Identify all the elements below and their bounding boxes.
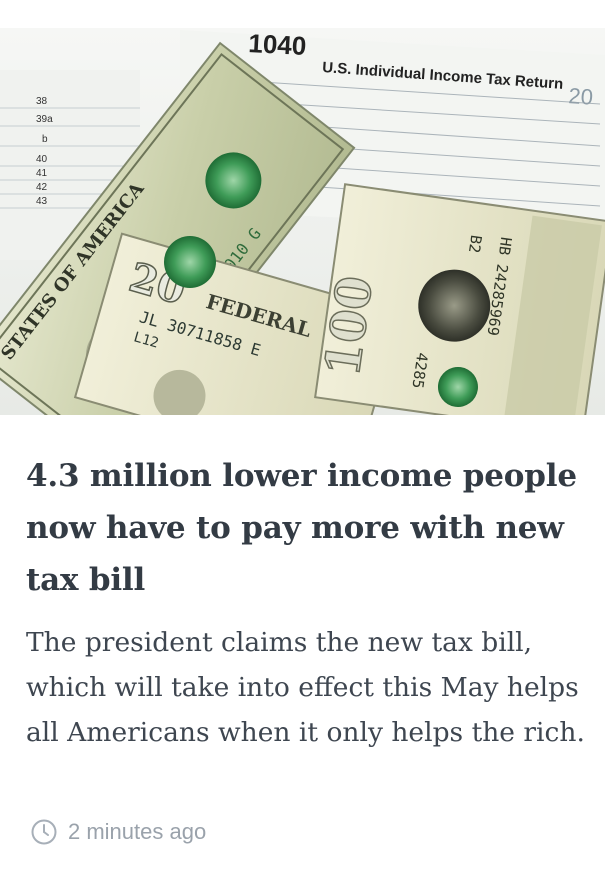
svg-text:39a: 39a [36,114,53,125]
form-number: 1040 [248,28,307,61]
timestamp: 2 minutes ago [68,819,207,844]
svg-text:B2: B2 [465,234,485,254]
article-headline[interactable]: 4.3 million lower income people now have… [26,450,581,606]
article-card[interactable]: 1040 U.S. Individual Income Tax Return 2… [0,0,605,872]
svg-text:38: 38 [36,96,48,107]
form-year: 20 [568,83,594,110]
money-and-tax-form-illustration: 1040 U.S. Individual Income Tax Return 2… [0,0,605,415]
svg-text:b: b [42,134,48,145]
svg-text:40: 40 [36,154,48,165]
article-meta: 2 minutes ago [30,815,206,849]
svg-text:41: 41 [36,168,48,179]
svg-text:42: 42 [36,182,48,193]
clock-icon [30,818,58,846]
svg-text:43: 43 [36,196,48,207]
article-summary: The president claims the new tax bill, w… [26,627,585,748]
article-image[interactable]: 1040 U.S. Individual Income Tax Return 2… [0,0,605,415]
hundred-dollar-bill: 100 HB 24285969 B2 4285 [314,183,605,415]
